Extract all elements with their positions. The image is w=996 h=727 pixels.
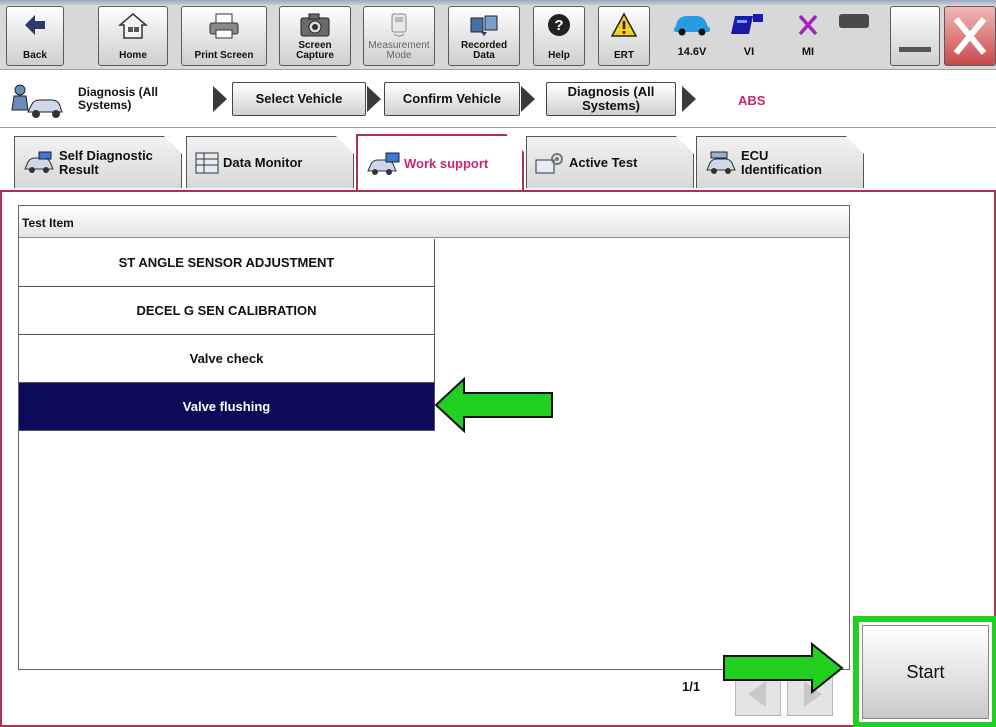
disconnected-x-icon <box>798 14 818 36</box>
screen-capture-button[interactable]: Screen Capture <box>279 6 351 66</box>
vi-label: VI <box>743 46 755 58</box>
tab-label: ECU Identification <box>741 147 822 177</box>
print-screen-label: Print Screen <box>194 50 254 61</box>
active-test-icon <box>535 152 565 174</box>
tab-self-diagnostic-result[interactable]: Self Diagnostic Result <box>14 136 182 188</box>
minimize-button[interactable] <box>890 6 940 66</box>
back-label: Back <box>23 50 47 61</box>
tab-work-support[interactable]: Work support <box>356 134 524 191</box>
self-diagnostic-icon <box>23 151 55 175</box>
camera-icon <box>300 13 330 37</box>
test-item-valve-flushing[interactable]: Valve flushing <box>19 383 435 431</box>
minimize-icon <box>899 47 931 52</box>
meter-icon <box>391 13 407 37</box>
back-arrow-icon <box>25 15 45 35</box>
ecu-identification-icon <box>705 151 737 175</box>
battery-voltage-indicator: 14.6V <box>666 6 718 66</box>
work-support-icon <box>366 152 400 176</box>
work-support-panel: Test Item ST ANGLE SENSOR ADJUSTMENT DEC… <box>0 190 996 727</box>
page-indicator: 1/1 <box>682 679 701 694</box>
breadcrumb-current-label: Diagnosis (All Systems) <box>78 85 159 112</box>
confirm-vehicle-button[interactable]: Confirm Vehicle <box>384 82 520 116</box>
breadcrumb-separator-arrow <box>367 86 381 112</box>
tab-bar: Self Diagnostic Result Data Monitor Work… <box>0 128 996 190</box>
test-item-decel-g-sen-calibration[interactable]: DECEL G SEN CALIBRATION <box>19 287 435 335</box>
green-arrow-right-icon <box>723 642 844 694</box>
tab-label: Work support <box>404 155 489 171</box>
select-vehicle-button[interactable]: Select Vehicle <box>232 82 366 116</box>
recorded-data-button[interactable]: Recorded Data <box>448 6 520 66</box>
data-monitor-icon <box>195 152 219 174</box>
help-icon: ? <box>548 14 570 36</box>
test-item-list: Test Item ST ANGLE SENSOR ADJUSTMENT DEC… <box>18 205 850 670</box>
home-icon <box>118 13 148 39</box>
help-button[interactable]: ? Help <box>533 6 585 66</box>
breadcrumb-separator-arrow <box>521 86 535 112</box>
close-button[interactable] <box>944 6 996 66</box>
recorded-data-label: Recorded Data <box>460 40 508 61</box>
start-highlight-box: Start <box>853 616 996 727</box>
recorded-data-icon <box>470 15 498 36</box>
tab-label: Self Diagnostic Result <box>59 147 153 177</box>
warning-icon <box>610 12 638 37</box>
car-icon <box>674 16 710 36</box>
list-header: Test Item <box>19 206 849 238</box>
measurement-mode-label: Measurement Mode <box>368 40 430 61</box>
toolbar: Back Home Print Screen Screen Capture Me… <box>0 0 996 70</box>
title-strip <box>0 0 996 5</box>
breadcrumb: Diagnosis (All Systems) Select Vehicle C… <box>0 70 996 128</box>
ert-button[interactable]: ERT <box>598 6 650 66</box>
test-item-st-angle-sensor-adjustment[interactable]: ST ANGLE SENSOR ADJUSTMENT <box>19 239 435 287</box>
technician-car-icon <box>11 84 63 118</box>
home-button[interactable]: Home <box>98 6 168 66</box>
tab-label: Active Test <box>569 154 638 170</box>
system-name: ABS <box>738 93 766 108</box>
close-icon <box>953 17 987 55</box>
tab-label: Data Monitor <box>223 154 303 170</box>
tab-ecu-identification[interactable]: ECU Identification <box>696 136 864 188</box>
back-button[interactable]: Back <box>6 6 64 66</box>
diagnosis-all-systems-button[interactable]: Diagnosis (All Systems) <box>546 82 676 116</box>
ert-label: ERT <box>614 50 634 61</box>
battery-voltage-label: 14.6V <box>677 46 707 58</box>
test-item-valve-check[interactable]: Valve check <box>19 335 435 383</box>
screen-capture-label: Screen Capture <box>296 40 334 61</box>
tab-active-test[interactable]: Active Test <box>526 136 694 188</box>
green-arrow-left-icon <box>434 377 553 433</box>
status-indicator <box>834 6 874 66</box>
mi-indicator: MI <box>782 6 834 66</box>
breadcrumb-separator-arrow <box>682 86 696 112</box>
start-button[interactable]: Start <box>862 625 989 719</box>
svg-text:?: ? <box>554 17 563 34</box>
help-label: Help <box>548 50 570 61</box>
vi-device-icon <box>731 14 763 34</box>
print-screen-button[interactable]: Print Screen <box>181 6 267 66</box>
printer-icon <box>209 13 239 39</box>
mi-label: MI <box>801 46 815 58</box>
status-lamp-icon <box>839 14 869 28</box>
vi-indicator: VI <box>723 6 775 66</box>
breadcrumb-separator-arrow <box>213 86 227 112</box>
home-label: Home <box>119 50 147 61</box>
measurement-mode-button[interactable]: Measurement Mode <box>363 6 435 66</box>
tab-data-monitor[interactable]: Data Monitor <box>186 136 354 188</box>
